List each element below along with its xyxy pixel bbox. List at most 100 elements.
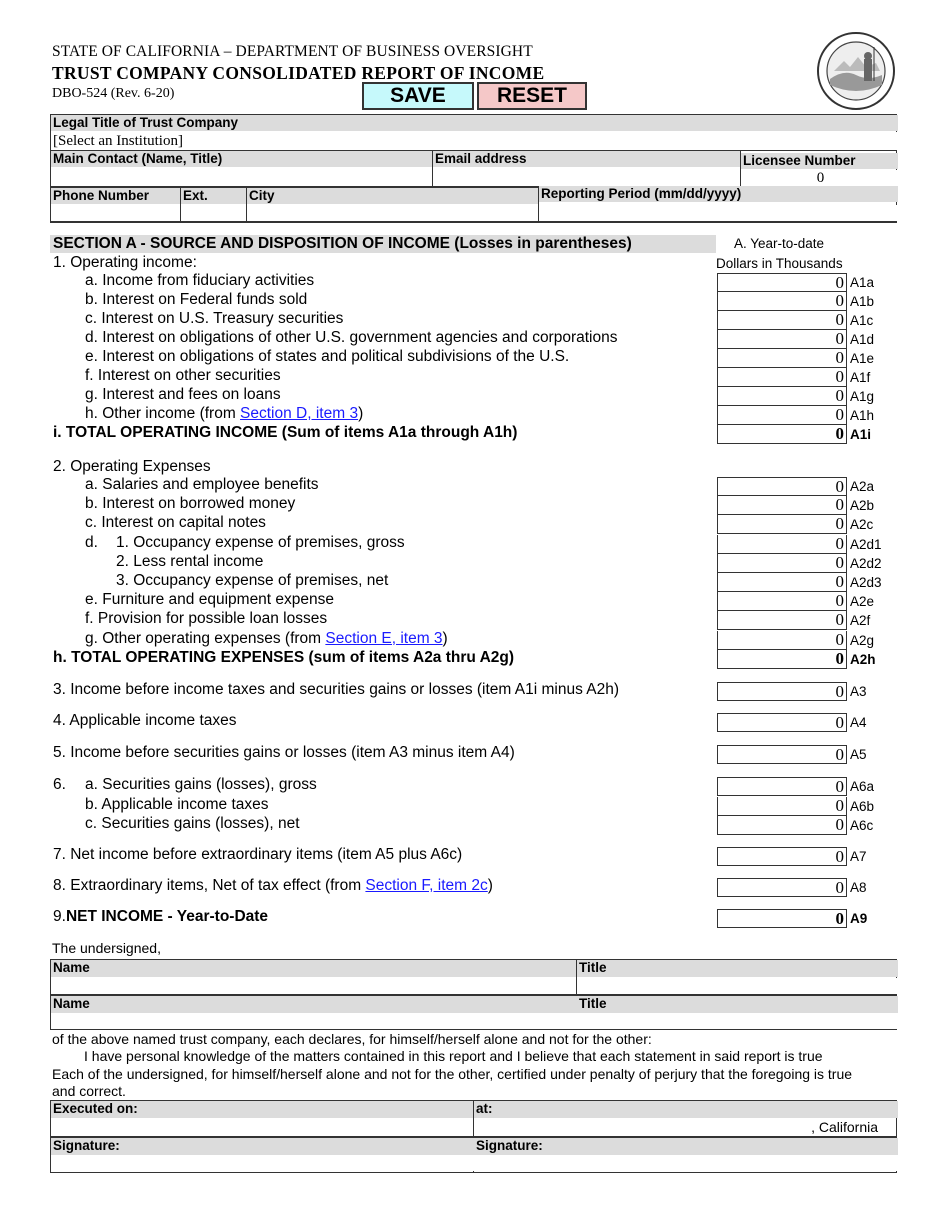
- amount-field-a9[interactable]: 0: [717, 909, 847, 928]
- item-6-prefix: 6.: [53, 776, 66, 793]
- at-location-field[interactable]: , California: [474, 1119, 878, 1135]
- line-item-a1a-label: a. Income from fiduciary activities: [85, 272, 314, 290]
- amount-field-a1e[interactable]: 0: [717, 349, 847, 368]
- title-2-field[interactable]: [577, 1013, 898, 1029]
- amount-field-a1i[interactable]: 0: [717, 425, 847, 444]
- line-item-suffix: ): [487, 877, 493, 894]
- signature-2-field[interactable]: [474, 1155, 898, 1171]
- line-item-a1f-label: f. Interest on other securities: [85, 367, 281, 385]
- line-item-text: h. Other income (from: [85, 405, 241, 422]
- name-2-label: Name: [51, 996, 577, 1013]
- save-button[interactable]: SAVE: [362, 82, 474, 110]
- item-code-a7: A7: [850, 849, 867, 864]
- item-code-a2a: A2a: [850, 479, 875, 494]
- line-item-suffix: ): [358, 405, 364, 422]
- amount-field-a2d3[interactable]: 0: [717, 573, 847, 592]
- amount-field-a2e[interactable]: 0: [717, 592, 847, 612]
- reporting-period-field[interactable]: [539, 205, 898, 221]
- line-item-a2d3-label: 3. Occupancy expense of premises, net: [116, 572, 388, 590]
- amount-field-a1d[interactable]: 0: [717, 330, 847, 349]
- title-1-field[interactable]: [577, 978, 898, 994]
- amount-field-a1b[interactable]: 0: [717, 292, 847, 311]
- amount-field-a2h[interactable]: 0: [717, 649, 847, 669]
- line-item-text: e. Interest on obligations of states and…: [85, 348, 570, 365]
- title-1-label: Title: [577, 960, 898, 977]
- section-link[interactable]: Section F, item 2c: [365, 877, 487, 894]
- item-code-a1g: A1g: [850, 389, 875, 404]
- declaration-text: of the above named trust company, each d…: [52, 1031, 652, 1047]
- item-code-a2c: A2c: [850, 517, 874, 533]
- amount-field-a3[interactable]: 0: [717, 682, 847, 701]
- amount-field-a2a[interactable]: 0: [717, 477, 847, 496]
- amount-field-a1h[interactable]: 0: [717, 406, 847, 425]
- undersigned-text: The undersigned,: [52, 940, 161, 956]
- knowledge-statement: I have personal knowledge of the matters…: [84, 1048, 823, 1064]
- legal-title-label: Legal Title of Trust Company: [51, 115, 898, 131]
- amount-field-a1c[interactable]: 0: [717, 311, 847, 330]
- executed-on-label: Executed on:: [51, 1101, 474, 1118]
- amount-field-a8[interactable]: 0: [717, 878, 847, 897]
- amount-field-a1g[interactable]: 0: [717, 387, 847, 406]
- item-code-a6b: A6b: [850, 798, 875, 814]
- reset-button[interactable]: RESET: [477, 82, 587, 110]
- amount-field-a1f[interactable]: 0: [717, 368, 847, 387]
- line-item-text: 5. Income before securities gains or los…: [53, 744, 515, 761]
- section-a-title: SECTION A - SOURCE AND DISPOSITION OF IN…: [50, 235, 716, 253]
- name-2-field[interactable]: [51, 1013, 577, 1029]
- section-link[interactable]: Section E, item 3: [325, 630, 442, 647]
- item-code-a2d2: A2d2: [850, 555, 882, 571]
- line-item-text: b. Interest on Federal funds sold: [85, 291, 308, 308]
- ext-label: Ext.: [181, 188, 247, 204]
- amount-field-a2d2[interactable]: 0: [717, 553, 847, 573]
- line-item-text: f. Provision for possible loan losses: [85, 610, 328, 628]
- amount-field-a6c[interactable]: 0: [717, 816, 847, 835]
- line-item-a1e-label: e. Interest on obligations of states and…: [85, 348, 569, 366]
- line-item-text: h. TOTAL OPERATING EXPENSES (sum of item…: [53, 648, 515, 666]
- licensee-number-label: Licensee Number: [741, 153, 898, 169]
- line-item-a2b-label: b. Interest on borrowed money: [85, 495, 295, 513]
- city-field[interactable]: [247, 205, 539, 221]
- amount-field-a2f[interactable]: 0: [717, 611, 847, 631]
- line-item-a2c-label: c. Interest on capital notes: [85, 514, 266, 532]
- amount-field-a6b[interactable]: 0: [717, 796, 847, 816]
- item-code-a2g: A2g: [850, 632, 875, 648]
- item-code-a9: A9: [850, 911, 868, 926]
- amount-field-a6a[interactable]: 0: [717, 777, 847, 796]
- legal-title-select[interactable]: [Select an Institution]: [51, 132, 898, 150]
- line-item-suffix: ): [442, 629, 448, 647]
- line-item-text: NET INCOME - Year-to-Date: [65, 908, 269, 925]
- amount-field-a2b[interactable]: 0: [717, 496, 847, 516]
- line-item-prefix: d.: [85, 533, 98, 551]
- amount-field-a2g[interactable]: 0: [717, 630, 847, 650]
- reporting-period-label: Reporting Period (mm/dd/yyyy): [539, 186, 898, 202]
- signature-2-label: Signature:: [474, 1138, 898, 1155]
- ext-field[interactable]: [181, 205, 247, 221]
- licensee-number-field[interactable]: 0: [741, 170, 898, 186]
- phone-number-field[interactable]: [51, 205, 181, 221]
- amount-field-a4[interactable]: 0: [717, 713, 847, 732]
- line-item-text: c. Interest on U.S. Treasury securities: [85, 310, 344, 327]
- item-code-a1f: A1f: [850, 370, 871, 385]
- name-1-field[interactable]: [51, 978, 577, 994]
- main-contact-field[interactable]: [51, 168, 433, 184]
- amount-field-a2d1[interactable]: 0: [717, 534, 847, 554]
- line-item-text: 4. Applicable income taxes: [53, 712, 237, 729]
- line-item-a2a-label: a. Salaries and employee benefits: [85, 476, 319, 494]
- line-item-a3-label: 3. Income before income taxes and securi…: [53, 681, 619, 699]
- section-link[interactable]: Section D, item 3: [240, 405, 358, 422]
- amount-field-a2c[interactable]: 0: [717, 515, 847, 535]
- signature-1-field[interactable]: [51, 1155, 474, 1171]
- item-code-a1c: A1c: [850, 313, 874, 328]
- item-code-a4: A4: [850, 715, 867, 730]
- email-label: Email address: [433, 151, 741, 167]
- executed-on-field[interactable]: [51, 1119, 474, 1135]
- email-field[interactable]: [433, 168, 741, 184]
- line-item-a2h-label: h. TOTAL OPERATING EXPENSES (sum of item…: [53, 649, 514, 667]
- item-code-a2b: A2b: [850, 498, 875, 514]
- amount-field-a5[interactable]: 0: [717, 745, 847, 764]
- california-seal-icon: [814, 31, 898, 111]
- amount-field-a1a[interactable]: 0: [717, 273, 847, 292]
- amount-field-a7[interactable]: 0: [717, 847, 847, 866]
- name-1-label: Name: [51, 960, 577, 977]
- line-item-text: c. Securities gains (losses), net: [85, 815, 300, 832]
